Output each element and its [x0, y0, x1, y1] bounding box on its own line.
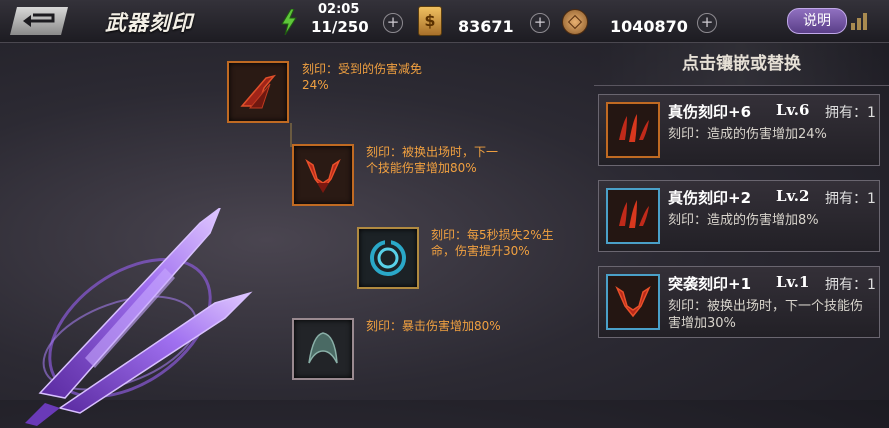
card-description: 刻印：造成的伤害增加24% [668, 127, 827, 142]
help-button[interactable]: 说明 [787, 8, 847, 34]
imprint-slot-4-desc: 刻印：暴击伤害增加80% [366, 319, 501, 333]
card-level: Lv.1 [776, 273, 810, 291]
imprint-inventory-panel: 点击镶嵌或替换 真伤刻印+6 Lv.6 拥有：1 刻印：造成的伤害增加24% 真… [594, 43, 889, 400]
add-silver-button[interactable]: + [697, 13, 717, 33]
clock-time: 02:05 [318, 2, 360, 17]
card-level: Lv.2 [776, 187, 810, 205]
imprint-slot-3-desc: 刻印：每5秒损失2%生命，伤害提升30% [431, 228, 554, 258]
card-name: 突袭刻印+1 [668, 275, 752, 293]
card-icon-box [606, 274, 660, 330]
imprint-slot-1[interactable] [227, 61, 289, 123]
gold-count: 83671 [458, 17, 514, 36]
horned-crest-icon [615, 285, 651, 318]
imprint-slot-4[interactable] [292, 318, 354, 380]
imprint-card-2[interactable]: 真伤刻印+2 Lv.2 拥有：1 刻印：造成的伤害增加8% [598, 180, 880, 252]
triple-claw-icon [619, 114, 649, 142]
triple-claw-icon [619, 200, 649, 228]
imprint-slot-2[interactable] [292, 144, 354, 206]
card-name: 真伤刻印+2 [668, 189, 752, 207]
back-arrow-icon [23, 13, 55, 27]
card-description: 刻印：造成的伤害增加8% [668, 213, 819, 228]
imprint-slot-2-desc: 刻印：被换出场时，下一个技能伤害增加80% [366, 145, 499, 175]
page-title: 武器刻印 [105, 11, 193, 35]
top-bar: 武器刻印 02:05 11/250 + $ 83671 + 1040870 + … [0, 0, 889, 43]
add-stamina-button[interactable]: + [383, 13, 403, 33]
card-icon-box [606, 188, 660, 244]
purple-blade-weapon-icon [25, 208, 253, 426]
silver-count: 1040870 [610, 17, 688, 36]
card-icon-box [606, 102, 660, 158]
card-owned-count: 拥有：1 [825, 105, 876, 121]
card-level: Lv.6 [776, 101, 810, 119]
imprint-tree: 刻印：受到的伤害减免24% 刻印：被换出场时，下一个技能伤害增加80% 刻印：每… [0, 43, 590, 426]
imprint-card-1[interactable]: 真伤刻印+6 Lv.6 拥有：1 刻印：造成的伤害增加24% [598, 94, 880, 166]
card-owned-count: 拥有：1 [825, 191, 876, 207]
card-owned-count: 拥有：1 [825, 277, 876, 293]
lightning-icon [281, 9, 297, 35]
horned-crest-icon [305, 158, 341, 193]
claw-slash-icon [240, 74, 277, 109]
ring-shield-icon [370, 240, 406, 276]
imprint-slot-3[interactable] [357, 227, 419, 289]
panel-title: 点击镶嵌或替换 [594, 43, 889, 86]
card-description: 刻印：被换出场时，下一个技能伤害增加30% [668, 299, 864, 331]
imprint-slot-1-desc: 刻印：受到的伤害减免24% [302, 62, 423, 92]
imprint-card-3[interactable]: 突袭刻印+1 Lv.1 拥有：1 刻印：被换出场时，下一个技能伤害增加30% [598, 266, 880, 338]
add-gold-button[interactable]: + [530, 13, 550, 33]
crescent-icon [308, 332, 338, 364]
gold-coin-icon: $ [418, 6, 442, 36]
back-button[interactable] [10, 7, 68, 35]
medal-icon [562, 9, 588, 35]
signal-icon [851, 13, 867, 30]
card-name: 真伤刻印+6 [668, 103, 752, 121]
stamina-count: 11/250 [311, 18, 369, 36]
